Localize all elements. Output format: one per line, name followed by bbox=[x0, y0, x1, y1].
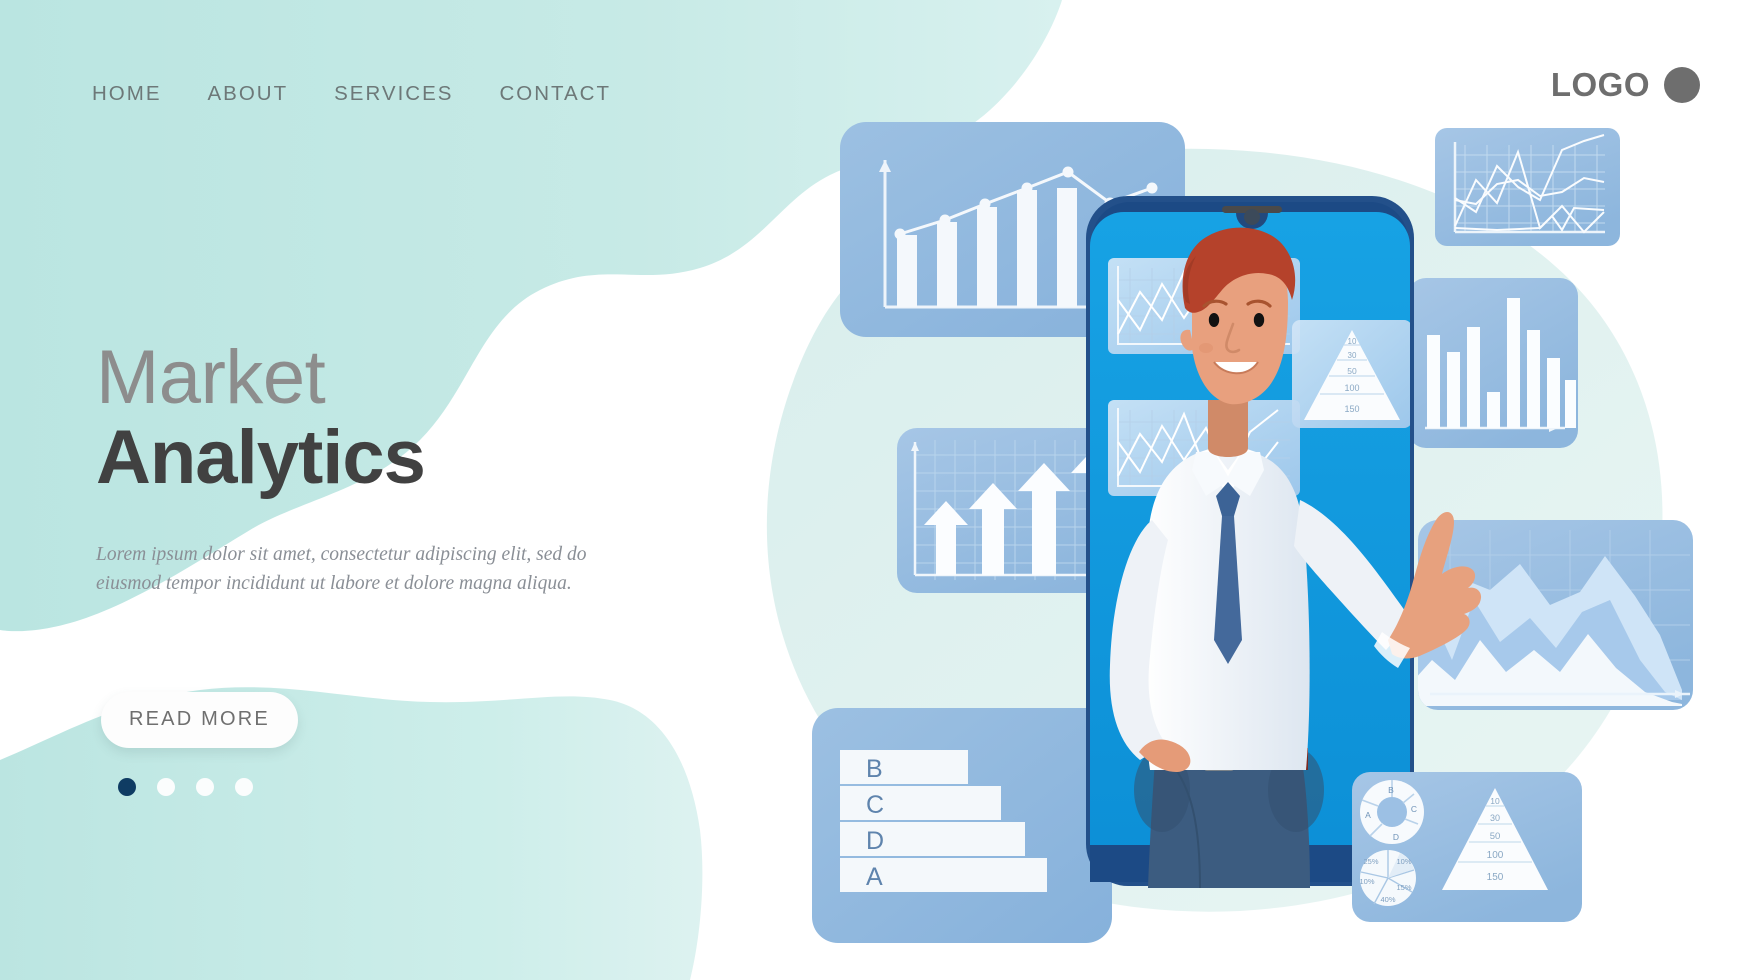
carousel-pagination bbox=[118, 778, 253, 796]
ranked-bar-B bbox=[840, 750, 968, 784]
nav-item-contact[interactable]: CONTACT bbox=[499, 82, 611, 106]
svg-text:150: 150 bbox=[1344, 404, 1359, 414]
svg-text:50: 50 bbox=[1347, 366, 1357, 376]
read-more-button[interactable]: READ MORE bbox=[101, 692, 298, 748]
svg-text:25%: 25% bbox=[1363, 857, 1378, 866]
hero-copy: Market Analytics Lorem ipsum dolor sit a… bbox=[96, 335, 656, 598]
svg-text:40%: 40% bbox=[1380, 895, 1395, 904]
circle-dot-icon bbox=[1664, 67, 1700, 103]
svg-text:150: 150 bbox=[1487, 872, 1504, 883]
svg-text:C: C bbox=[1411, 804, 1417, 814]
svg-text:15%: 15% bbox=[1396, 883, 1411, 892]
ranked-bar-label-A: A bbox=[866, 863, 883, 891]
ranked-bar-label-B: B bbox=[866, 755, 883, 783]
ranked-bar-label-C: C bbox=[866, 791, 884, 819]
svg-text:50: 50 bbox=[1490, 831, 1501, 842]
svg-text:30: 30 bbox=[1490, 813, 1500, 823]
donut-chart: B C D A bbox=[1360, 780, 1424, 844]
ranked-bar-label-D: D bbox=[866, 827, 884, 855]
ranked-bar-C bbox=[840, 786, 1001, 820]
svg-text:10: 10 bbox=[1490, 796, 1500, 806]
svg-text:D: D bbox=[1393, 832, 1399, 842]
eye-left bbox=[1208, 313, 1220, 327]
carousel-dot-2[interactable] bbox=[157, 778, 175, 796]
front-camera-icon bbox=[1244, 209, 1260, 225]
svg-text:10%: 10% bbox=[1359, 877, 1374, 886]
phone-pyramid-widget: 10 30 50 100 150 bbox=[1292, 320, 1410, 428]
logo-text: LOGO bbox=[1550, 66, 1650, 103]
hero-paragraph: Lorem ipsum dolor sit amet, consectetur … bbox=[96, 543, 587, 594]
svg-text:100: 100 bbox=[1344, 383, 1359, 393]
nav-item-about[interactable]: ABOUT bbox=[208, 82, 289, 106]
eye-right bbox=[1253, 313, 1265, 327]
main-navigation: HOME ABOUT SERVICES CONTACT bbox=[92, 82, 611, 106]
svg-text:B: B bbox=[1388, 785, 1394, 795]
nav-item-services[interactable]: SERVICES bbox=[334, 82, 453, 106]
ranked-bars-card: B C D A bbox=[812, 708, 1112, 943]
nav-item-home[interactable]: HOME bbox=[92, 82, 162, 106]
page-title-bold: Analytics bbox=[96, 415, 426, 501]
carousel-dot-3[interactable] bbox=[196, 778, 214, 796]
landing-page: HOME ABOUT SERVICES CONTACT LOGO Market … bbox=[0, 0, 1742, 980]
svg-text:A: A bbox=[1365, 810, 1371, 820]
svg-text:10%: 10% bbox=[1396, 857, 1411, 866]
bar-chart-card-right bbox=[1408, 278, 1578, 448]
page-title-light: Market bbox=[96, 335, 326, 420]
svg-text:100: 100 bbox=[1487, 850, 1504, 861]
multiline-card-top-right bbox=[1435, 128, 1620, 246]
svg-text:10: 10 bbox=[1348, 337, 1357, 346]
svg-text:30: 30 bbox=[1348, 351, 1357, 360]
carousel-dot-4[interactable] bbox=[235, 778, 253, 796]
brand-logo[interactable]: LOGO bbox=[1551, 66, 1700, 104]
carousel-dot-1[interactable] bbox=[118, 778, 136, 796]
dashboard-mini-card: B C D A 10% 15% 40% 10% 25% 10 30 50 100… bbox=[1352, 772, 1582, 922]
